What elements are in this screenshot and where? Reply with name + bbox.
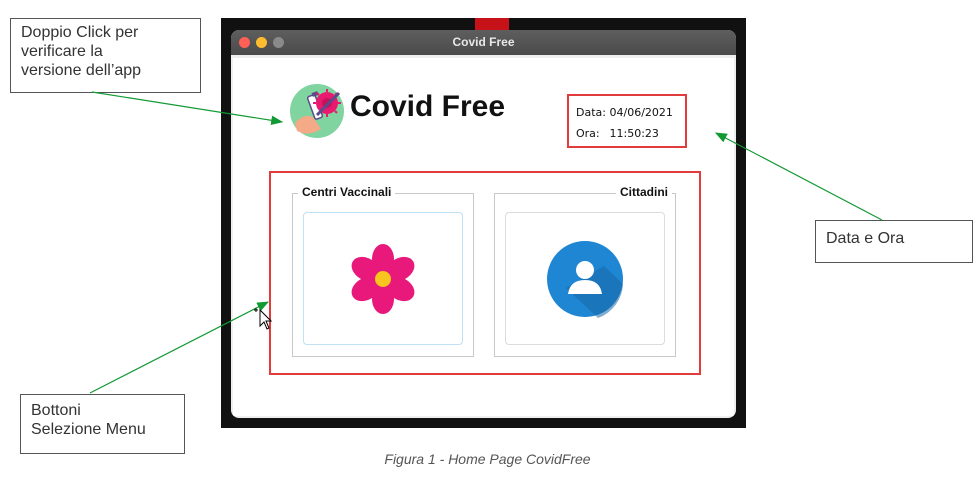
arrow-app-version bbox=[91, 91, 284, 126]
arrow-data-ora bbox=[714, 132, 883, 221]
arrow-bottoni bbox=[89, 301, 270, 394]
mouse-cursor-icon bbox=[254, 308, 272, 330]
annotation-arrows bbox=[89, 91, 883, 394]
figure-caption: Figura 1 - Home Page CovidFree bbox=[384, 451, 591, 467]
